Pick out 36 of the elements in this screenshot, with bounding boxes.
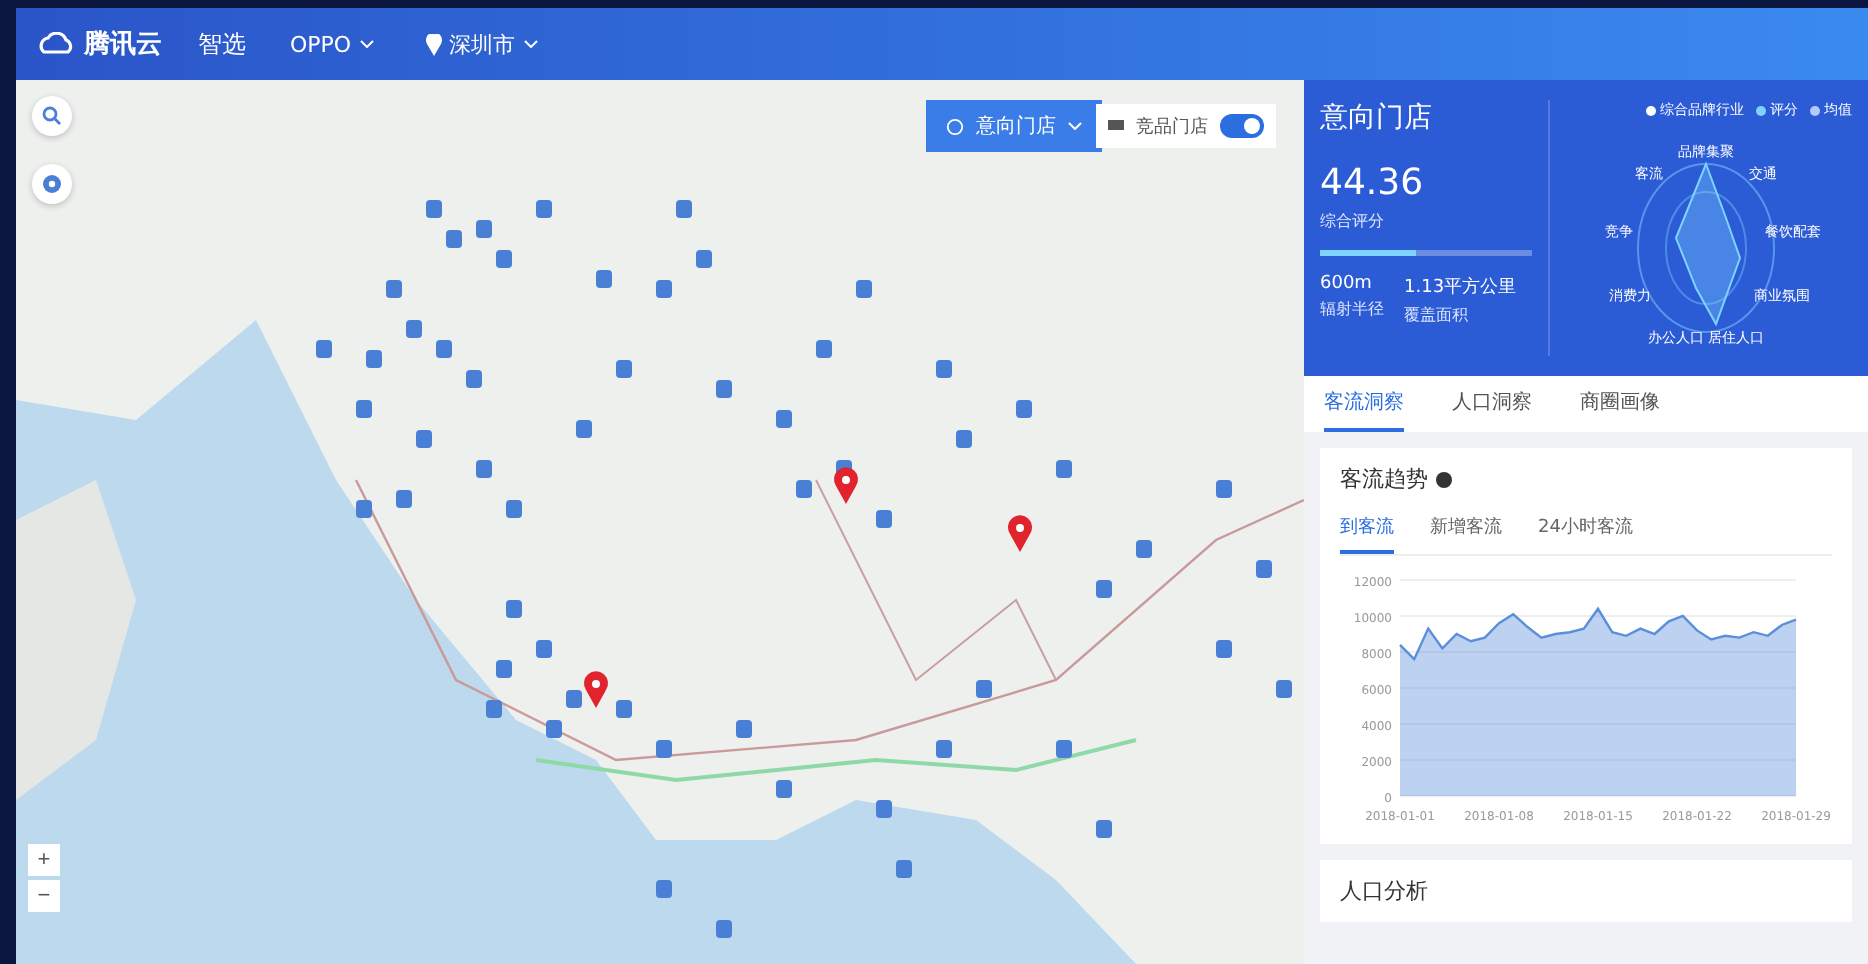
card-title: 客流趋势 bbox=[1340, 464, 1428, 494]
card-title: 人口分析 bbox=[1340, 876, 1428, 906]
product-name: 智选 bbox=[198, 27, 246, 61]
competitor-switch[interactable] bbox=[1220, 114, 1264, 138]
zoom-in-button[interactable]: + bbox=[28, 844, 60, 876]
city-dropdown[interactable]: 深圳市 bbox=[417, 25, 546, 63]
chart-tab[interactable]: 24小时客流 bbox=[1538, 514, 1633, 554]
panel-tab[interactable]: 客流洞察 bbox=[1324, 376, 1404, 432]
radius-value: 600m bbox=[1320, 274, 1374, 294]
summary-title: 意向门店 bbox=[1320, 100, 1434, 136]
target-icon bbox=[42, 174, 62, 194]
score-value: 44.36 bbox=[1320, 162, 1426, 204]
area-value: 1.13平方公里 bbox=[1404, 275, 1517, 300]
locate-button[interactable] bbox=[32, 164, 72, 204]
logo-text: 腾讯云 bbox=[84, 28, 162, 62]
caret-icon bbox=[359, 40, 374, 48]
radius-label: 辐射半径 bbox=[1320, 298, 1384, 320]
search-icon bbox=[42, 106, 62, 126]
brand-dropdown[interactable]: OPPO bbox=[282, 27, 382, 61]
chart-tab[interactable]: 新增客流 bbox=[1430, 514, 1502, 554]
caret-icon bbox=[1068, 122, 1082, 130]
location-pin-icon bbox=[425, 33, 442, 55]
map-view[interactable]: 意向门店 竞品门店 + − bbox=[16, 80, 1304, 964]
target-icon bbox=[946, 117, 964, 135]
search-button[interactable] bbox=[32, 96, 72, 136]
zoom-out-button[interactable]: − bbox=[28, 880, 60, 912]
competitor-label: 竞品门店 bbox=[1136, 115, 1208, 139]
chart-tab[interactable]: 到客流 bbox=[1340, 514, 1394, 554]
score-label: 综合评分 bbox=[1320, 210, 1386, 232]
area-label: 覆盖面积 bbox=[1404, 304, 1470, 326]
cloud-logo-icon bbox=[36, 32, 76, 56]
help-icon bbox=[1436, 471, 1452, 487]
caret-icon bbox=[523, 40, 538, 48]
panel-tab[interactable]: 人口洞察 bbox=[1452, 376, 1532, 432]
store-filter-dropdown[interactable]: 意向门店 bbox=[926, 100, 1102, 152]
panel-tab[interactable]: 商圈画像 bbox=[1580, 376, 1660, 432]
